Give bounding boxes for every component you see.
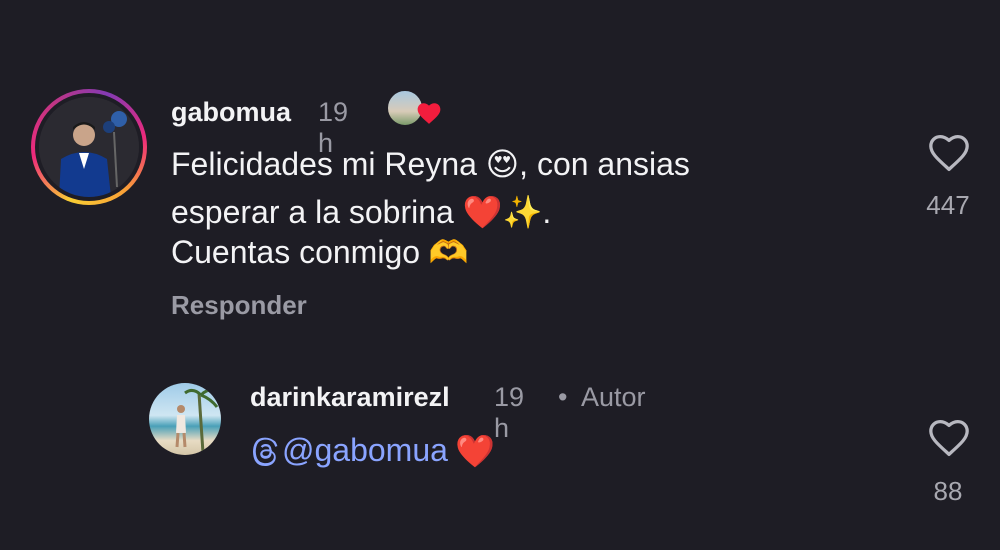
author-badge: Autor [581, 382, 646, 412]
avatar-beach-icon [175, 388, 220, 454]
reply-username[interactable]: darinkaramirezl [250, 382, 450, 413]
story-ring[interactable] [31, 89, 147, 205]
threads-icon [253, 437, 278, 466]
meta-separator: • [558, 382, 568, 412]
avatar-gabomua[interactable] [39, 97, 139, 197]
reply-button[interactable]: Responder [171, 290, 307, 321]
comment-text-line-3: Cuentas conmigo 🫶 [171, 234, 469, 270]
comment-text-line-1: Felicidades mi Reyna 😍, con ansias [171, 146, 690, 182]
mention-link[interactable]: @gabomua [282, 432, 448, 469]
heart-outline-icon[interactable] [927, 133, 971, 173]
comment-username[interactable]: gabomua [171, 97, 291, 128]
avatar-darinkaramirezl[interactable] [149, 383, 221, 455]
liked-by-creator-icon [417, 103, 441, 124]
liked-by-creator-badge [386, 89, 446, 133]
like-count: 88 [933, 476, 963, 506]
like-count: 447 [926, 190, 970, 220]
heart-emoji: ❤️ [455, 433, 495, 469]
avatar-person-icon [39, 97, 139, 197]
reply-time: 19 h [494, 382, 525, 443]
heart-outline-icon[interactable] [927, 418, 971, 458]
